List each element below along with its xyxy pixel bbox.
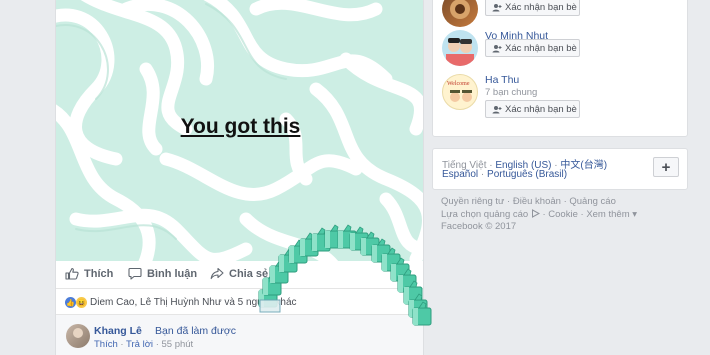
language-link[interactable]: Español xyxy=(442,169,478,180)
footer-link-ad-choices[interactable]: Lựa chọn quảng cáo xyxy=(441,209,528,220)
comment-icon xyxy=(128,267,142,280)
comment-text: Bạn đã làm được xyxy=(155,325,237,337)
footer-link-ads[interactable]: Quảng cáo xyxy=(569,196,615,207)
add-friend-icon xyxy=(492,3,502,11)
comment-like-link[interactable]: Thích xyxy=(94,339,118,350)
language-link[interactable]: 中文(台灣) xyxy=(560,160,607,171)
confirm-friend-label: Xác nhận bạn bè xyxy=(505,103,577,115)
avatar[interactable] xyxy=(442,30,478,66)
confirm-friend-button[interactable]: Xác nhận bạn bè xyxy=(485,0,580,16)
friend-name[interactable]: Ha Thu xyxy=(485,74,519,86)
chevron-down-icon: ▾ xyxy=(632,208,638,220)
comment-label: Bình luận xyxy=(147,267,198,280)
share-icon xyxy=(210,267,224,280)
avatar[interactable] xyxy=(442,0,478,27)
confirm-friend-label: Xác nhận bạn bè xyxy=(505,1,577,13)
page-footer: Quyền riêng tư · Điều khoản · Quảng cáo … xyxy=(441,196,691,234)
footer-row: Lựa chọn quảng cáo · Cookie · Xem thêm ▾ xyxy=(441,208,638,220)
add-friend-icon xyxy=(492,44,502,52)
language-row: Español · Português (Brasil) xyxy=(442,169,568,180)
like-label: Thích xyxy=(84,267,114,280)
confirm-friend-button[interactable]: Xác nhận bạn bè xyxy=(485,100,580,118)
more-languages-button[interactable]: + xyxy=(653,157,679,177)
confirm-friend-label: Xác nhận bạn bè xyxy=(505,42,577,54)
thumbs-up-icon xyxy=(65,267,79,280)
language-link[interactable]: Português (Brasil) xyxy=(487,169,567,180)
footer-link-privacy[interactable]: Quyền riêng tư xyxy=(441,196,504,207)
thumbs-up-icon-group xyxy=(258,224,432,326)
footer-link-terms[interactable]: Điều khoản xyxy=(513,196,561,207)
language-selector-card: Tiếng Việt · English (US) · 中文(台灣) Españ… xyxy=(432,148,688,190)
footer-copyright: Facebook © 2017 xyxy=(441,221,517,232)
mutual-friends[interactable]: 7 bạn chung xyxy=(485,87,537,98)
friend-requests-card: Xác nhận bạn bè Vo Minh Nhut Xác nhận bạ… xyxy=(432,0,688,137)
ad-choices-icon xyxy=(531,208,540,218)
footer-link-cookie[interactable]: Cookie xyxy=(548,209,578,220)
like-button[interactable]: Thích xyxy=(65,267,113,280)
comment-avatar[interactable] xyxy=(66,324,90,348)
comment-author[interactable]: Khang Lê xyxy=(94,325,142,337)
comment-button[interactable]: Bình luận xyxy=(128,267,197,280)
like-burst-animation xyxy=(258,224,432,326)
svg-text:Welcome: Welcome xyxy=(447,81,470,87)
footer-link-more[interactable]: Xem thêm xyxy=(586,209,629,220)
comment-meta: Thích · Trả lời · 55 phút xyxy=(94,339,194,350)
avatar[interactable]: Welcome xyxy=(442,74,478,110)
comment-reply-link[interactable]: Trả lời xyxy=(126,339,153,350)
confirm-friend-button[interactable]: Xác nhận bạn bè xyxy=(485,39,580,57)
comment-time: 55 phút xyxy=(161,339,194,350)
footer-row: Quyền riêng tư · Điều khoản · Quảng cáo xyxy=(441,196,616,207)
add-friend-icon xyxy=(492,105,502,113)
like-reaction-icon: 👍 xyxy=(65,297,76,308)
post-caption: You got this xyxy=(180,115,301,138)
haha-reaction-icon: 😆 xyxy=(76,297,87,308)
